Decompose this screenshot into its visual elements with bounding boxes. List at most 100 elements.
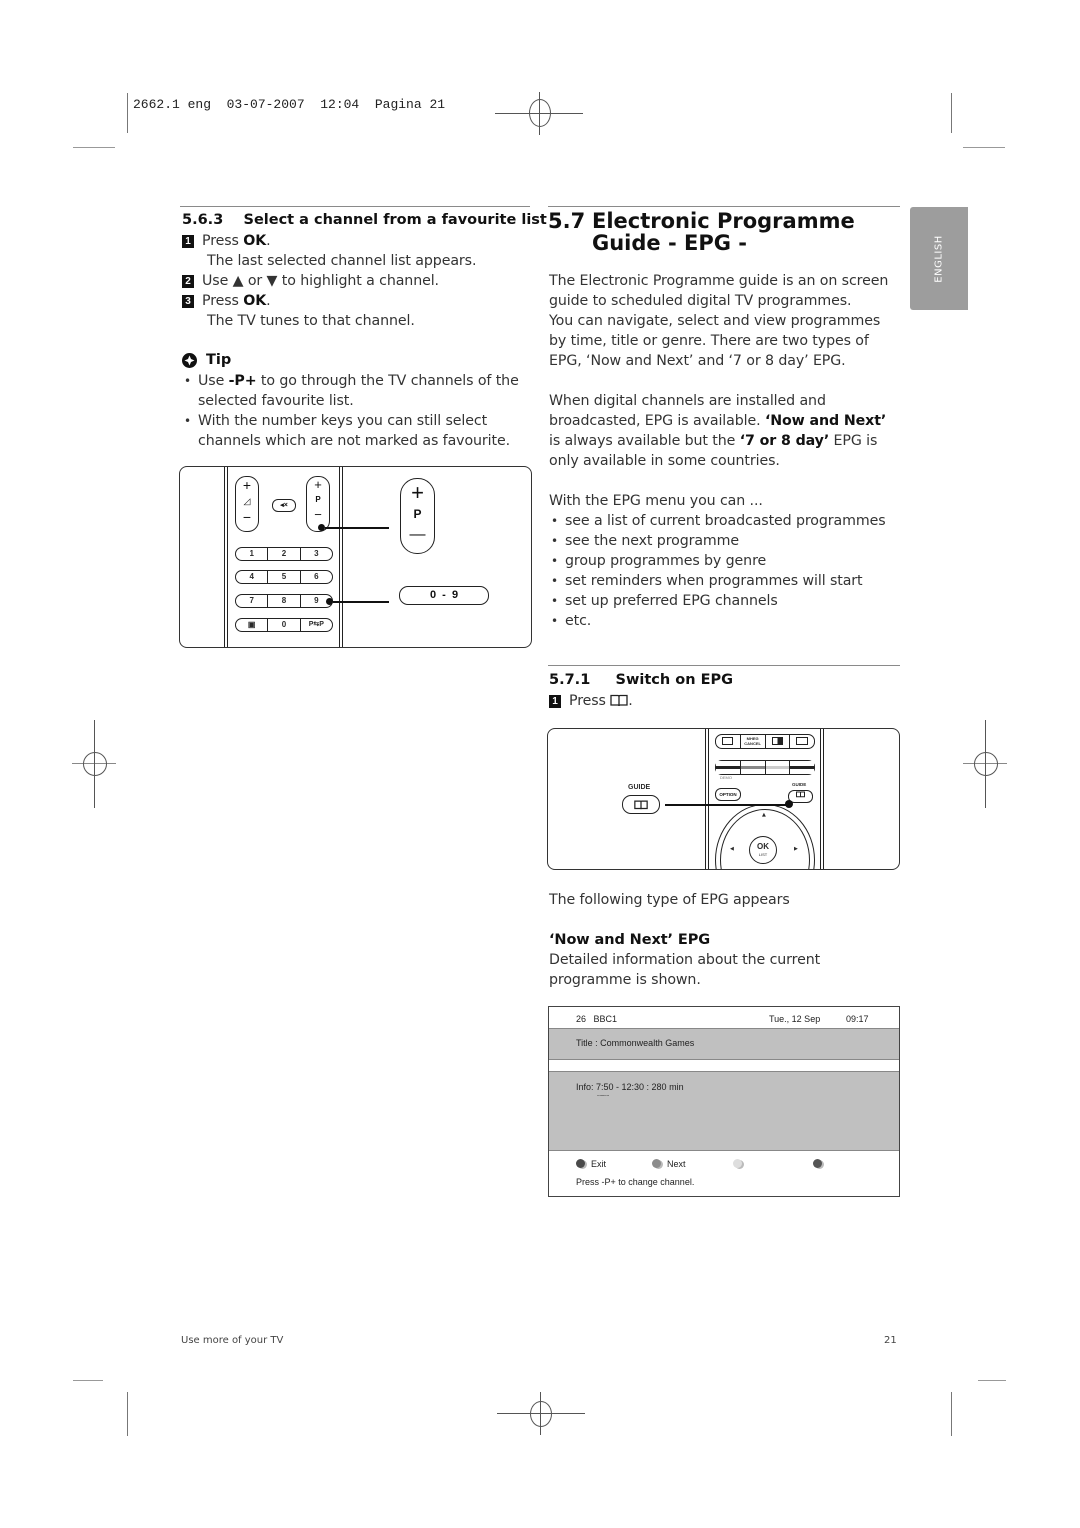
epg-title-band: Title : Commonwealth Games [549, 1028, 899, 1060]
epg-red-button[interactable]: Exit [576, 1159, 606, 1169]
red-dot-icon [576, 1159, 585, 1168]
number-key-row: 7 8 9 [235, 594, 333, 608]
steps-list: 1 Press OK. The last selected channel lis… [182, 231, 532, 331]
green-key [740, 761, 766, 774]
section-divider [548, 665, 900, 666]
registration-mark [529, 99, 551, 127]
epg-intro-p2: You can navigate, select and view progra… [549, 313, 881, 369]
crop-mark [73, 147, 115, 148]
yellow-dot-icon [733, 1159, 742, 1168]
step-number: 1 [549, 695, 561, 708]
function-key-row: MHEG CANCEL [715, 734, 815, 749]
section-title-line1: Electronic Programme [592, 209, 855, 233]
epg-info-more: .......... [597, 1092, 609, 1098]
red-key [716, 761, 741, 774]
volume-icon: ◿ [243, 496, 251, 506]
epg-time: 09:17 [846, 1014, 869, 1024]
remote-body-edge [708, 729, 709, 869]
crop-mark [978, 1380, 1006, 1381]
option-key: OPTION [715, 788, 741, 801]
callout-dot [326, 598, 333, 605]
tip-item: Use -P+ to go through the TV channels of… [182, 371, 522, 411]
language-tab: ENGLISH [910, 207, 968, 310]
epg-availability: When digital channels are installed and … [549, 393, 887, 469]
tip-list: Use -P+ to go through the TV channels of… [182, 371, 522, 451]
tip-item: With the number keys you can still selec… [182, 411, 522, 451]
now-next-heading: ‘Now and Next’ EPG [549, 932, 711, 948]
remote-illustration-guide: MHEG CANCEL DEMO OPTION GUIDE ▲ ◀ ▶ OK L… [547, 728, 900, 870]
ok-key: OK LIST [749, 836, 777, 864]
green-dot-icon [652, 1159, 661, 1168]
epg-menu-intro: With the EPG menu you can ... [549, 493, 763, 509]
now-next-description: Detailed information about the current p… [549, 952, 821, 988]
section-title-line2: Guide - EPG - [592, 231, 747, 255]
dual-screen-key [766, 735, 791, 748]
remote-body-edge [224, 467, 225, 647]
print-header: 2662.1 eng 03-07-2007 12:04 Pagina 21 [133, 97, 446, 112]
epg-info: Info: 7:50 - 12:30 : 280 min [576, 1082, 684, 1092]
color-key-row [715, 760, 815, 775]
mute-button: ◂× [272, 499, 296, 512]
callout-line [333, 601, 389, 603]
crop-mark [951, 1392, 952, 1436]
guide-book-icon [610, 693, 628, 713]
guide-callout-key [622, 795, 660, 814]
teletext-key [716, 735, 741, 748]
guide-book-icon [634, 796, 648, 813]
feature-item: set up preferred EPG channels [549, 591, 894, 611]
remote-body-edge [342, 467, 343, 647]
crop-mark [73, 1380, 103, 1381]
epg-menu-features: see a list of current broadcasted progra… [549, 511, 894, 631]
section-divider [180, 206, 530, 207]
section-heading-563: 5.6.3 Select a channel from a favourite … [182, 212, 547, 228]
epg-screen: 26 BBC1 Tue., 12 Sep 09:17 Title : Commo… [548, 1006, 900, 1197]
callout-dot [318, 524, 325, 531]
format-key [790, 735, 814, 748]
mheg-cancel-key: MHEG CANCEL [741, 735, 766, 748]
callout-dot [785, 800, 793, 808]
callout-line [325, 527, 389, 529]
section-number: 5.6.3 [182, 212, 224, 228]
page-number: 21 [884, 1335, 897, 1346]
epg-channel: 26 BBC1 [576, 1014, 618, 1024]
tip-icon [182, 352, 197, 368]
remote-body-edge [705, 729, 706, 869]
epg-info-band: Info: 7:50 - 12:30 : 280 min .......... [549, 1071, 899, 1151]
epg-blue-button[interactable] [813, 1159, 828, 1169]
registration-mark [83, 752, 107, 776]
callout-line [665, 804, 787, 806]
step-1-result: The last selected channel list appears. [207, 253, 477, 269]
remote-body-edge [339, 467, 340, 647]
epg-following: The following type of EPG appears ‘Now a… [549, 890, 899, 990]
crop-mark [963, 147, 1005, 148]
arrow-left-icon: ◀ [730, 846, 734, 852]
mute-icon: ◂× [280, 502, 288, 509]
step-3-result: The TV tunes to that channel. [207, 313, 415, 329]
crop-mark [127, 1392, 128, 1436]
callout-digit-keys: 0 - 9 [399, 586, 489, 605]
callout-program-rocker: + P — [400, 478, 435, 554]
epg-green-button[interactable]: Next [652, 1159, 686, 1169]
epg-footer-hint: Press -P+ to change channel. [576, 1177, 695, 1187]
guide-small-label: GUIDE [792, 782, 807, 787]
epg-date: Tue., 12 Sep [769, 1014, 821, 1024]
step-1: 1 Press OK. [182, 231, 532, 251]
switch-on-step-1: 1 Press . [549, 691, 633, 713]
section-divider [548, 206, 900, 207]
yellow-key [765, 761, 791, 774]
feature-item: see the next programme [549, 531, 894, 551]
step-number: 1 [182, 235, 194, 248]
tip-heading: Tip [182, 352, 231, 368]
feature-item: see a list of current broadcasted progra… [549, 511, 894, 531]
remote-body-edge [820, 729, 821, 869]
epg-yellow-button[interactable] [733, 1159, 748, 1169]
epg-intro-p1: The Electronic Programme guide is an on … [549, 273, 889, 309]
number-key-row: ▣ 0 P⇆P [235, 618, 333, 632]
feature-item: etc. [549, 611, 894, 631]
remote-body-edge [823, 729, 824, 869]
arrow-right-icon: ▶ [794, 846, 798, 852]
section-title: Select a channel from a favourite list [243, 212, 547, 228]
remote-body-edge [227, 467, 228, 647]
crop-mark [127, 93, 128, 133]
volume-rocker: + ◿ − [235, 476, 259, 532]
